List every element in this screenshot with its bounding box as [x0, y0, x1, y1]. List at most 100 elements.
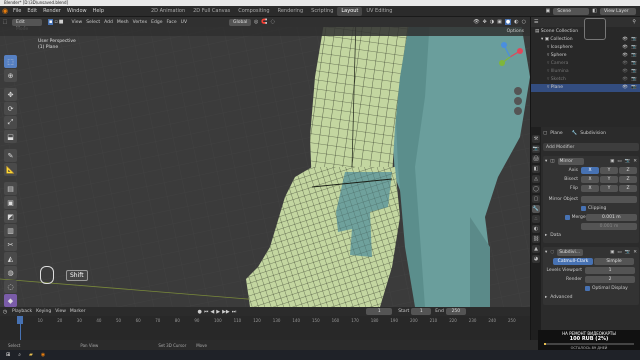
render-tab-icon[interactable]: 📷 [532, 145, 540, 153]
output-tab-icon[interactable]: 🖨 [532, 155, 540, 163]
render-toggle-icon[interactable]: 📷 [631, 60, 637, 68]
outliner-editor-icon[interactable]: ☰ [534, 19, 538, 25]
start-frame-field[interactable]: 1 [411, 308, 432, 315]
render-toggle-icon[interactable]: 📷 [631, 68, 637, 76]
outliner-row[interactable]: ▿ Icosphere 👁 📷 [531, 44, 640, 52]
menu-window[interactable]: Window [64, 8, 90, 14]
render-toggle-icon[interactable]: 📷 [631, 76, 637, 84]
snap-icon[interactable]: 🧲 [261, 19, 267, 25]
bisect-z-toggle[interactable]: Z [619, 176, 637, 183]
scene-icon[interactable]: ▣ [546, 8, 551, 14]
mirror-name-field[interactable]: Mirror [557, 158, 584, 165]
flip-z-toggle[interactable]: Z [619, 185, 637, 192]
options-button[interactable]: Options [505, 29, 530, 34]
particles-tab-icon[interactable]: ∴ [532, 215, 540, 223]
data-subpanel[interactable]: ▸ Data [545, 231, 637, 240]
workspace-tab-layout[interactable]: Layout [337, 6, 363, 16]
timeline-menu-playback[interactable]: Playback [10, 309, 34, 314]
extrude-tool[interactable]: ▤ [4, 182, 17, 195]
render-toggle-icon[interactable]: 📷 [625, 157, 631, 166]
cursor-tool[interactable]: ⊕ [4, 69, 17, 82]
add-modifier-button[interactable]: Add Modifier [543, 143, 639, 151]
merge-distance-field[interactable]: 0.001 m [585, 214, 637, 221]
timeline-menu-keying[interactable]: Keying [34, 309, 53, 314]
smooth-tool[interactable]: ◌ [4, 280, 17, 293]
timeline-editor-icon[interactable]: ◷ [0, 309, 10, 315]
material-shading-icon[interactable]: ◐ [514, 19, 518, 25]
loop-cut-tool[interactable]: ▥ [4, 224, 17, 237]
subsurf-render-icon[interactable]: 📷 [625, 248, 631, 257]
visibility-toggle-icon[interactable]: 👁 [622, 84, 628, 92]
axis-y-toggle[interactable]: Y [600, 167, 618, 174]
record-icon[interactable]: ● [197, 309, 201, 315]
step-back-icon[interactable]: ◀ [210, 309, 214, 315]
flip-x-toggle[interactable]: X [581, 185, 599, 192]
play-icon[interactable]: ▶ [216, 309, 220, 315]
view-layer-selector[interactable]: View Layer [600, 7, 636, 15]
visibility-icon[interactable]: 👁 [473, 19, 479, 25]
timeline-menu-view[interactable]: View [53, 309, 68, 314]
render-toggle-icon[interactable]: 📷 [631, 44, 637, 52]
rendered-shading-icon[interactable]: ○ [522, 19, 526, 25]
axis-x-toggle[interactable]: X [581, 167, 599, 174]
inset-tool[interactable]: ▣ [4, 196, 17, 209]
windows-start-icon[interactable]: ⊞ [6, 352, 10, 358]
tool-tab-icon[interactable]: ⚒ [532, 135, 540, 143]
gizmo-icon[interactable]: ✥ [483, 19, 487, 25]
poly-build-tool[interactable]: ◭ [4, 252, 17, 265]
mirror-header[interactable]: ▾ ◫ Mirror ▣ ▭ 📷 ✕ [545, 157, 637, 166]
visibility-toggle-icon[interactable]: 👁 [622, 68, 628, 76]
subsurf-close-icon[interactable]: ✕ [633, 248, 637, 257]
visibility-toggle-icon[interactable]: 👁 [622, 44, 628, 52]
render-levels-field[interactable]: 2 [585, 276, 635, 283]
end-frame-field[interactable]: 250 [445, 308, 466, 315]
advanced-subpanel[interactable]: ▸ Advanced [545, 293, 637, 302]
editmode-toggle-icon[interactable]: ▣ [610, 157, 614, 166]
advanced-chevron-icon[interactable]: ▸ [545, 293, 547, 302]
world-tab-icon[interactable]: ◯ [532, 185, 540, 193]
visibility-toggle-icon[interactable]: 👁 [622, 76, 628, 84]
shear-tool[interactable]: ◆ [4, 294, 17, 307]
current-frame-field[interactable]: 1 [366, 308, 393, 315]
menu-render[interactable]: Render [40, 8, 64, 14]
view-layer-tab-icon[interactable]: ◧ [532, 165, 540, 173]
render-toggle-icon[interactable]: 📷 [631, 84, 637, 92]
subsurf-name-field[interactable]: Subdivi... [557, 249, 584, 256]
flip-y-toggle[interactable]: Y [600, 185, 618, 192]
visibility-toggle-icon[interactable]: 👁 [622, 36, 628, 44]
outliner-filter-icon[interactable]: ⚲ [632, 19, 640, 25]
modifier-tab-icon[interactable]: 🔧 [532, 205, 540, 213]
render-toggle-icon[interactable]: 📷 [631, 36, 637, 44]
physics-tab-icon[interactable]: ◐ [532, 225, 540, 233]
3d-viewport[interactable]: ⬚ Edit Mode ▪ ▫ ■ ViewSelectAddMeshVerte… [0, 17, 530, 307]
viewport-menu-select[interactable]: Select [84, 20, 102, 25]
select-box-tool[interactable]: ⬚ [4, 55, 17, 68]
face-select-icon[interactable]: ■ [59, 19, 64, 25]
scene-tab-icon[interactable]: ◬ [532, 175, 540, 183]
constraints-tab-icon[interactable]: ⛓ [532, 235, 540, 243]
outliner-row[interactable]: ▿ Illumina 👁 📷 [531, 68, 640, 76]
outliner-row[interactable]: ▿ Sketch 👁 📷 [531, 76, 640, 84]
viewport-menu-vertex[interactable]: Vertex [131, 20, 149, 25]
mirror-close-icon[interactable]: ✕ [633, 157, 637, 166]
blender-taskbar-icon[interactable]: ◉ [41, 352, 45, 358]
overlay-icon[interactable]: ◑ [490, 19, 494, 25]
levels-viewport-field[interactable]: 1 [585, 267, 635, 274]
step-forward-icon[interactable]: ▶▶ [222, 309, 230, 315]
edge-select-icon[interactable]: ▫ [54, 19, 57, 25]
material-tab-icon[interactable]: ◕ [532, 255, 540, 263]
view-layer-icon[interactable]: ◧ [592, 8, 597, 14]
mode-selector[interactable]: Edit Mode [12, 18, 42, 32]
visibility-toggle-icon[interactable]: 👁 [622, 52, 628, 60]
timeline-ruler[interactable]: 0102030405060708090100110120130140150160… [0, 316, 530, 340]
data-tab-icon[interactable]: ▲ [532, 245, 540, 253]
axis-z-toggle[interactable]: Z [619, 167, 637, 174]
menu-help[interactable]: Help [90, 8, 107, 14]
spin-tool[interactable]: ◍ [4, 266, 17, 279]
rotate-tool[interactable]: ⟳ [4, 102, 17, 115]
navigation-gizmo[interactable] [492, 41, 528, 121]
orientation-selector[interactable]: Global [229, 18, 252, 26]
bisect-x-toggle[interactable]: X [581, 176, 599, 183]
viewport-menu-mesh[interactable]: Mesh [115, 20, 131, 25]
mirror-object-field[interactable] [581, 196, 637, 203]
